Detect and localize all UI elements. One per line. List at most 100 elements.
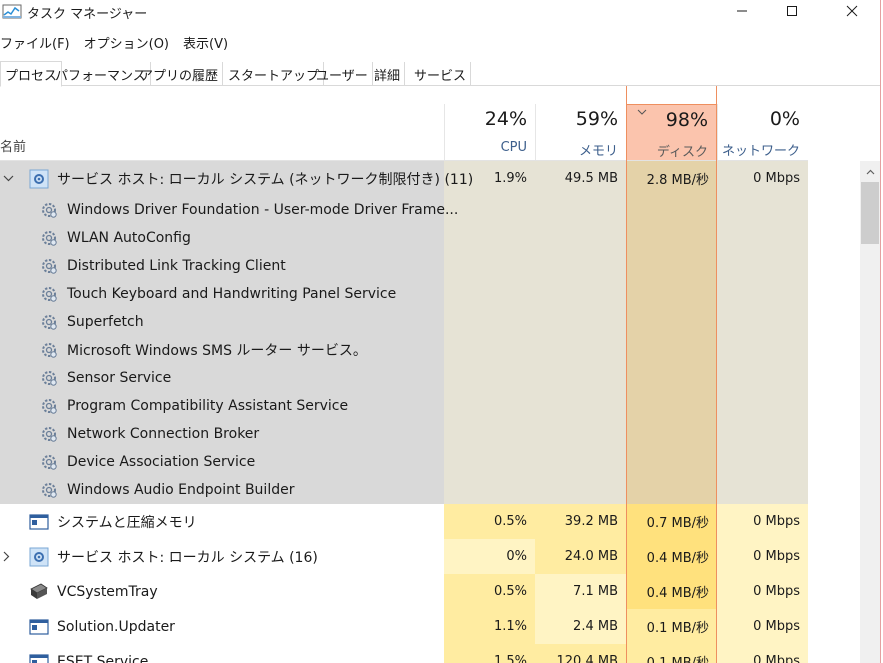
title-bar: タスク マネージャー [0, 0, 883, 26]
process-group-row[interactable]: サービス ホスト: ローカル システム (ネットワーク制限付き) (11) 1.… [0, 161, 860, 196]
tab-services[interactable]: サービス [410, 62, 472, 86]
tab-details[interactable]: 詳細 [370, 62, 406, 86]
service-name: WLAN AutoConfig [67, 230, 191, 246]
service-row[interactable]: Program Compatibility Assistant Service [0, 392, 860, 420]
process-row[interactable]: VCSystemTray 0.5% 7.1 MB 0.4 MB/秒 0 Mbps [0, 574, 860, 609]
scrollbar-thumb[interactable] [861, 182, 879, 244]
maximize-button[interactable] [769, 0, 815, 26]
process-network: 0 Mbps [717, 504, 808, 539]
service-name-cell: Touch Keyboard and Handwriting Panel Ser… [39, 280, 396, 308]
service-name-cell: Device Association Service [39, 448, 255, 476]
service-row[interactable]: Sensor Service [0, 364, 860, 392]
window-title: タスク マネージャー [27, 7, 148, 22]
service-name: Windows Driver Foundation - User-mode Dr… [67, 202, 459, 218]
service-row[interactable]: Windows Audio Endpoint Builder [0, 476, 860, 504]
service-gear-icon [39, 200, 59, 220]
process-disk: 0.1 MB/秒 [626, 644, 717, 663]
process-name: VCSystemTray [57, 583, 158, 600]
service-row[interactable]: Network Connection Broker [0, 420, 860, 448]
memory-percent: 59% [575, 108, 618, 130]
process-network: 0 Mbps [717, 609, 808, 644]
service-name-cell: Windows Audio Endpoint Builder [39, 476, 294, 504]
process-disk: 0.1 MB/秒 [626, 609, 717, 644]
service-gear-icon [39, 452, 59, 472]
service-row[interactable]: Device Association Service [0, 448, 860, 476]
menu-bar: ファイル(F) オプション(O) 表示(V) [0, 31, 242, 53]
window-icon [29, 513, 49, 530]
disk-label: ディスク [656, 145, 708, 160]
process-cpu: 1.5% [444, 644, 535, 663]
column-name[interactable]: 名前 [0, 136, 26, 155]
service-row[interactable]: Superfetch [0, 308, 860, 336]
process-disk: 0.4 MB/秒 [626, 539, 717, 574]
tab-users[interactable]: ユーザー [312, 62, 373, 86]
group-name: サービス ホスト: ローカル システム (ネットワーク制限付き) (11) [57, 171, 474, 188]
process-name: サービス ホスト: ローカル システム (16) [57, 549, 318, 566]
service-row[interactable]: Touch Keyboard and Handwriting Panel Ser… [0, 280, 860, 308]
group-cpu: 1.9% [493, 171, 527, 186]
vertical-scrollbar[interactable] [860, 161, 880, 663]
process-memory: 7.1 MB [535, 574, 626, 609]
service-name: Windows Audio Endpoint Builder [67, 482, 295, 498]
tab-app-history[interactable]: アプリの履歴 [136, 62, 224, 86]
process-row[interactable]: Solution.Updater 1.1% 2.4 MB 0.1 MB/秒 0 … [0, 609, 860, 644]
minimize-icon [736, 5, 748, 21]
close-button[interactable] [829, 0, 875, 26]
service-row[interactable]: Windows Driver Foundation - User-mode Dr… [0, 196, 860, 224]
service-gear-icon [39, 340, 59, 360]
service-gear-icon [39, 312, 59, 332]
service-name: Microsoft Windows SMS ルーター サービス。 [67, 343, 367, 359]
column-network[interactable]: 0% ネットワーク [717, 104, 808, 161]
process-row[interactable]: ESET Service 1.5% 120.4 MB 0.1 MB/秒 0 Mb… [0, 644, 860, 663]
process-name-cell: VCSystemTray [29, 574, 158, 609]
service-gear-icon [39, 480, 59, 500]
service-gear-icon [39, 424, 59, 444]
tray-app-icon [29, 583, 49, 601]
service-name-cell: Distributed Link Tracking Client [39, 252, 286, 280]
service-row[interactable]: Distributed Link Tracking Client [0, 252, 860, 280]
column-header: 名前 24% CPU 59% メモリ 98% ディスク 0% ネットワーク [0, 86, 883, 161]
process-name-cell: サービス ホスト: ローカル システム (16) [29, 539, 318, 574]
service-name: Superfetch [67, 314, 144, 330]
menu-view[interactable]: 表示(V) [183, 31, 234, 53]
process-network: 0 Mbps [717, 574, 808, 609]
service-name: Distributed Link Tracking Client [67, 258, 286, 274]
service-row[interactable]: WLAN AutoConfig [0, 224, 860, 252]
process-disk: 0.4 MB/秒 [626, 574, 717, 609]
process-memory: 120.4 MB [535, 644, 626, 663]
tab-startup[interactable]: スタートアップ [224, 62, 325, 86]
column-memory[interactable]: 59% メモリ [535, 104, 626, 161]
network-label: ネットワーク [721, 144, 800, 159]
service-name-cell: Network Connection Broker [39, 420, 259, 448]
gear-icon [29, 169, 49, 189]
service-row[interactable]: Microsoft Windows SMS ルーター サービス。 [0, 336, 860, 364]
group-name-cell: サービス ホスト: ローカル システム (ネットワーク制限付き) (11) [29, 161, 473, 196]
process-memory: 24.0 MB [535, 539, 626, 574]
service-name: Sensor Service [67, 370, 172, 386]
service-name-cell: Superfetch [39, 308, 144, 336]
scroll-up-button[interactable] [860, 161, 880, 181]
service-gear-icon [39, 256, 59, 276]
cpu-percent: 24% [484, 108, 527, 130]
service-name: Network Connection Broker [67, 426, 260, 442]
window-icon [29, 618, 49, 635]
menu-options[interactable]: オプション(O) [84, 31, 175, 53]
group-network: 0 Mbps [753, 171, 800, 186]
chevron-down-icon[interactable] [3, 161, 14, 196]
chevron-up-icon [866, 164, 875, 179]
process-name: ESET Service [57, 653, 149, 663]
process-name: Solution.Updater [57, 618, 175, 635]
process-cpu: 0% [444, 539, 535, 574]
service-name: Device Association Service [67, 454, 256, 470]
process-row[interactable]: サービス ホスト: ローカル システム (16) 0% 24.0 MB 0.4 … [0, 539, 860, 574]
menu-file[interactable]: ファイル(F) [0, 31, 76, 53]
process-name: システムと圧縮メモリ [57, 514, 197, 531]
minimize-button[interactable] [719, 0, 765, 26]
column-cpu[interactable]: 24% CPU [444, 104, 535, 161]
column-disk[interactable]: 98% ディスク [626, 104, 717, 161]
process-cpu: 0.5% [444, 504, 535, 539]
chevron-right-icon[interactable] [3, 539, 10, 574]
process-row[interactable]: システムと圧縮メモリ 0.5% 39.2 MB 0.7 MB/秒 0 Mbps [0, 504, 860, 539]
service-name-cell: Program Compatibility Assistant Service [39, 392, 348, 420]
service-gear-icon [39, 228, 59, 248]
